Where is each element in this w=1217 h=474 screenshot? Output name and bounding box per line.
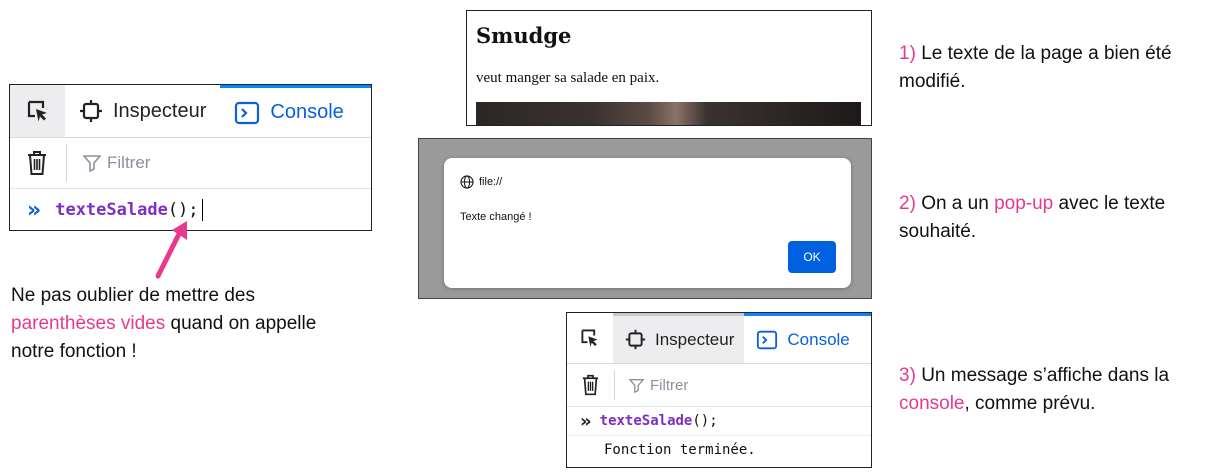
note-bottom-highlight: parenthèses vides bbox=[11, 313, 166, 334]
devtools-panel-before: Inspecteur Console Filtrer » texteSalade… bbox=[9, 84, 372, 231]
inspector-icon bbox=[79, 99, 103, 123]
element-picker-icon bbox=[581, 329, 598, 347]
console-icon bbox=[234, 101, 260, 125]
toolbar-separator bbox=[614, 370, 615, 400]
tab-console[interactable]: Console bbox=[220, 85, 371, 137]
filter-placeholder: Filtrer bbox=[107, 153, 151, 172]
element-picker-button[interactable] bbox=[10, 85, 65, 137]
arrow-icon bbox=[155, 221, 187, 279]
function-name: texteSalade bbox=[55, 200, 168, 220]
filter-icon bbox=[83, 155, 101, 172]
note-popup: 2) On a un pop-up avec le texte souhaité… bbox=[899, 190, 1199, 246]
console-output-line: Fonction terminée. bbox=[567, 436, 871, 464]
function-name: texteSalade bbox=[599, 413, 693, 429]
tab-console-label: Console bbox=[787, 329, 850, 349]
note3-highlight: console bbox=[899, 393, 965, 414]
text-caret bbox=[201, 199, 203, 221]
note3-number: 3) bbox=[899, 365, 916, 386]
tab-inspector-label: Inspecteur bbox=[113, 99, 207, 122]
filter-placeholder: Filtrer bbox=[650, 376, 689, 394]
devtools-tabbar: Inspecteur Console bbox=[10, 85, 371, 138]
alert-overlay: file:// Texte changé ! OK bbox=[418, 138, 872, 299]
toolbar-separator bbox=[66, 144, 67, 182]
element-picker-button[interactable] bbox=[567, 313, 613, 363]
globe-icon bbox=[460, 175, 474, 189]
clear-console-button[interactable] bbox=[26, 150, 48, 176]
devtools-panel-after: Inspecteur Console Filtrer » texteSalade… bbox=[566, 312, 872, 468]
note3-text-after: , comme prévu. bbox=[964, 393, 1096, 414]
tab-inspector[interactable]: Inspecteur bbox=[613, 313, 745, 363]
filter-input[interactable]: Filtrer bbox=[83, 153, 150, 173]
note1-text: Le texte de la page a bien été modifié. bbox=[899, 43, 1172, 92]
devtools-tabbar: Inspecteur Console bbox=[567, 313, 871, 364]
tab-inspector-label: Inspecteur bbox=[655, 329, 735, 349]
note1-number: 1) bbox=[899, 43, 916, 64]
trash-icon bbox=[582, 374, 599, 396]
console-output-text: Fonction terminée. bbox=[604, 442, 756, 458]
page-photo bbox=[476, 102, 861, 125]
ok-button[interactable]: OK bbox=[788, 241, 836, 273]
alert-dialog: file:// Texte changé ! OK bbox=[444, 158, 851, 288]
console-input-line: » texteSalade (); bbox=[567, 407, 871, 436]
tab-inspector[interactable]: Inspecteur bbox=[65, 85, 220, 137]
filter-input[interactable]: Filtrer bbox=[629, 377, 688, 394]
note-empty-parentheses: Ne pas oublier de mettre des parenthèses… bbox=[11, 282, 331, 366]
filter-icon bbox=[629, 378, 644, 393]
call-suffix: (); bbox=[167, 200, 199, 220]
note3-text-before: Un message s’affiche dans la bbox=[921, 365, 1170, 386]
alert-origin: file:// bbox=[460, 175, 502, 189]
console-icon bbox=[756, 330, 778, 350]
console-toolbar: Filtrer bbox=[10, 138, 371, 189]
alert-message: Texte changé ! bbox=[460, 211, 532, 223]
alert-origin-text: file:// bbox=[479, 176, 503, 188]
tab-console[interactable]: Console bbox=[744, 313, 871, 363]
note-console-message: 3) Un message s’affiche dans la console,… bbox=[899, 362, 1199, 418]
tab-console-label: Console bbox=[270, 101, 344, 123]
console-toolbar: Filtrer bbox=[567, 364, 871, 407]
call-suffix: (); bbox=[692, 413, 718, 429]
page-text: veut manger sa salade en paix. bbox=[476, 70, 660, 86]
note-bottom-text-before: Ne pas oublier de mettre des bbox=[11, 285, 255, 306]
element-picker-icon bbox=[27, 100, 47, 122]
clear-console-button[interactable] bbox=[581, 374, 600, 396]
inspector-icon bbox=[625, 329, 646, 350]
note2-highlight: pop-up bbox=[994, 193, 1054, 214]
webpage-preview: Smudge veut manger sa salade en paix. bbox=[466, 10, 872, 126]
page-title: Smudge bbox=[476, 23, 572, 48]
console-prompt-icon: » bbox=[27, 197, 42, 223]
note2-number: 2) bbox=[899, 193, 916, 214]
trash-icon bbox=[28, 151, 46, 175]
console-prompt-icon: » bbox=[580, 410, 592, 432]
note2-text-before: On a un bbox=[921, 193, 989, 214]
note-page-text-modified: 1) Le texte de la page a bien été modifi… bbox=[899, 40, 1199, 96]
